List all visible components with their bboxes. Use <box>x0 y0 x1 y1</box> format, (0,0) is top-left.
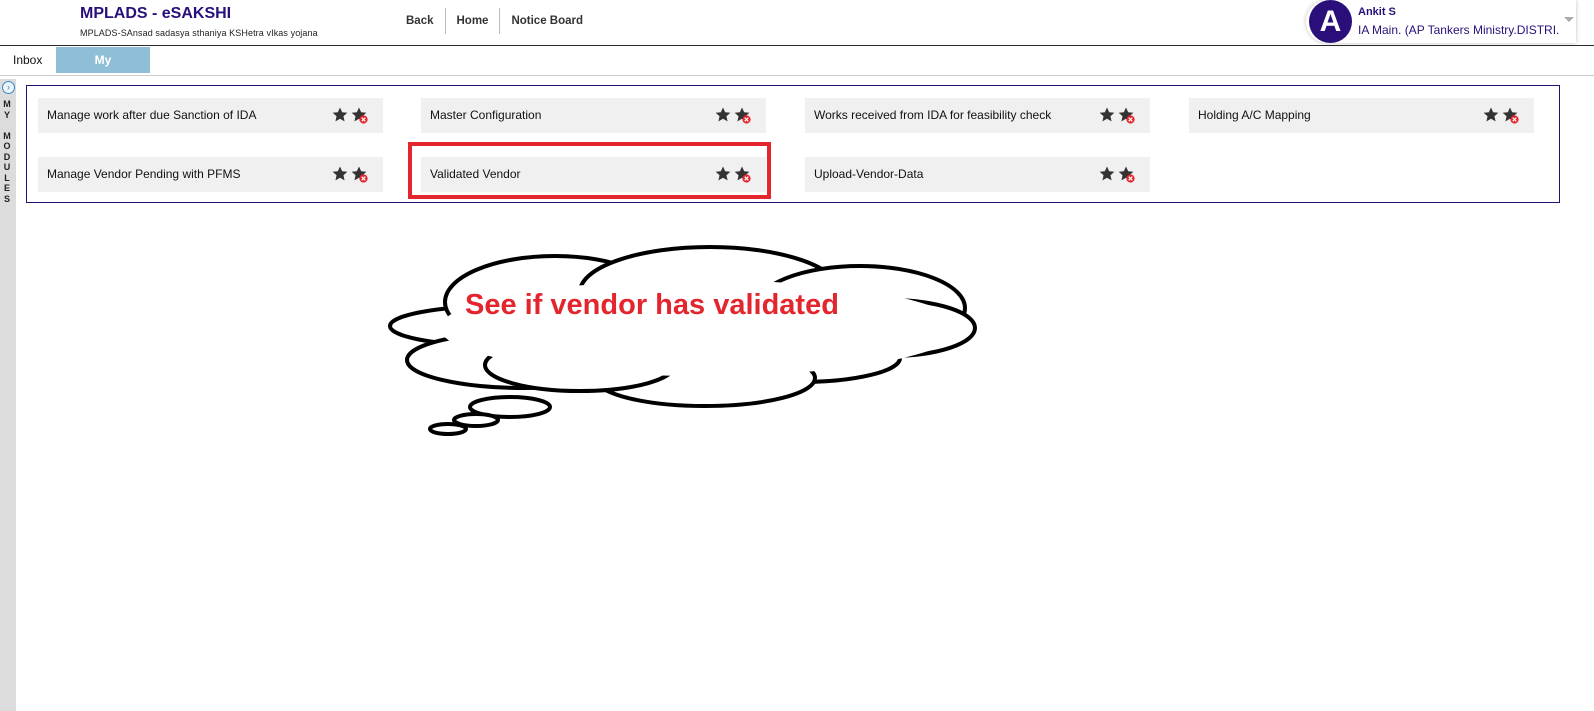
remove-favorite-icon[interactable] <box>733 165 751 183</box>
module-label: Master Configuration <box>430 108 542 122</box>
user-menu[interactable]: A Ankit S IA Main. (AP Tankers Ministry.… <box>1306 0 1576 43</box>
tab-inbox[interactable]: Inbox <box>0 47 55 73</box>
module-tile[interactable]: Master Configuration <box>421 98 766 133</box>
tab-bar: Inbox My Modules <box>0 47 1594 93</box>
star-icon[interactable] <box>1482 106 1500 124</box>
module-label: Validated Vendor <box>430 167 521 181</box>
remove-favorite-icon[interactable] <box>350 106 368 124</box>
nav-home[interactable]: Home <box>446 8 500 34</box>
star-icon[interactable] <box>714 106 732 124</box>
app-subtitle: MPLADS-SAnsad sadasya sthaniya KSHetra v… <box>80 28 318 38</box>
favorite-controls <box>714 106 752 124</box>
remove-favorite-icon[interactable] <box>1117 165 1135 183</box>
user-role: IA Main. (AP Tankers Ministry.DISTRI... <box>1358 23 1560 37</box>
remove-favorite-icon[interactable] <box>733 106 751 124</box>
star-icon[interactable] <box>1098 106 1116 124</box>
module-tile[interactable]: Manage Vendor Pending with PFMS <box>38 157 383 192</box>
nav-back[interactable]: Back <box>395 8 445 34</box>
star-icon[interactable] <box>331 165 349 183</box>
remove-favorite-icon[interactable] <box>1501 106 1519 124</box>
favorite-controls <box>331 165 369 183</box>
favorite-controls <box>1098 165 1136 183</box>
nav-notice-board[interactable]: Notice Board <box>500 8 594 34</box>
app-title: MPLADS - eSAKSHI <box>80 5 232 22</box>
module-label: Upload-Vendor-Data <box>814 167 924 181</box>
module-label: Holding A/C Mapping <box>1198 108 1311 122</box>
chevron-down-icon[interactable] <box>1564 17 1574 22</box>
star-icon[interactable] <box>1098 165 1116 183</box>
favorite-controls <box>714 165 752 183</box>
module-tile-validated-vendor[interactable]: Validated Vendor <box>421 157 766 192</box>
module-label: Works received from IDA for feasibility … <box>814 108 1052 122</box>
app-header: MPLADS - eSAKSHI MPLADS-SAnsad sadasya s… <box>0 0 1594 46</box>
thought-cloud <box>388 245 977 436</box>
star-icon[interactable] <box>331 106 349 124</box>
favorite-controls <box>1098 106 1136 124</box>
favorite-controls <box>1482 106 1520 124</box>
callout-text: See if vendor has validated <box>465 289 839 321</box>
star-icon[interactable] <box>714 165 732 183</box>
side-rail-label: M Y M O D U L E S <box>3 99 11 204</box>
module-tile[interactable]: Works received from IDA for feasibility … <box>805 98 1150 133</box>
favorite-controls <box>331 106 369 124</box>
module-tile[interactable]: Holding A/C Mapping <box>1189 98 1534 133</box>
top-nav: Back Home Notice Board <box>395 8 594 34</box>
avatar: A <box>1309 0 1352 43</box>
module-label: Manage Vendor Pending with PFMS <box>47 167 241 181</box>
module-label: Manage work after due Sanction of IDA <box>47 108 257 122</box>
remove-favorite-icon[interactable] <box>1117 106 1135 124</box>
module-tile[interactable]: Upload-Vendor-Data <box>805 157 1150 192</box>
remove-favorite-icon[interactable] <box>350 165 368 183</box>
my-modules-side-rail[interactable]: › M Y M O D U L E S <box>0 79 16 711</box>
module-tile[interactable]: Manage work after due Sanction of IDA <box>38 98 383 133</box>
expand-icon[interactable]: › <box>2 81 15 94</box>
user-name: Ankit S <box>1358 6 1396 18</box>
tab-my-modules[interactable]: My Modules <box>56 47 150 93</box>
